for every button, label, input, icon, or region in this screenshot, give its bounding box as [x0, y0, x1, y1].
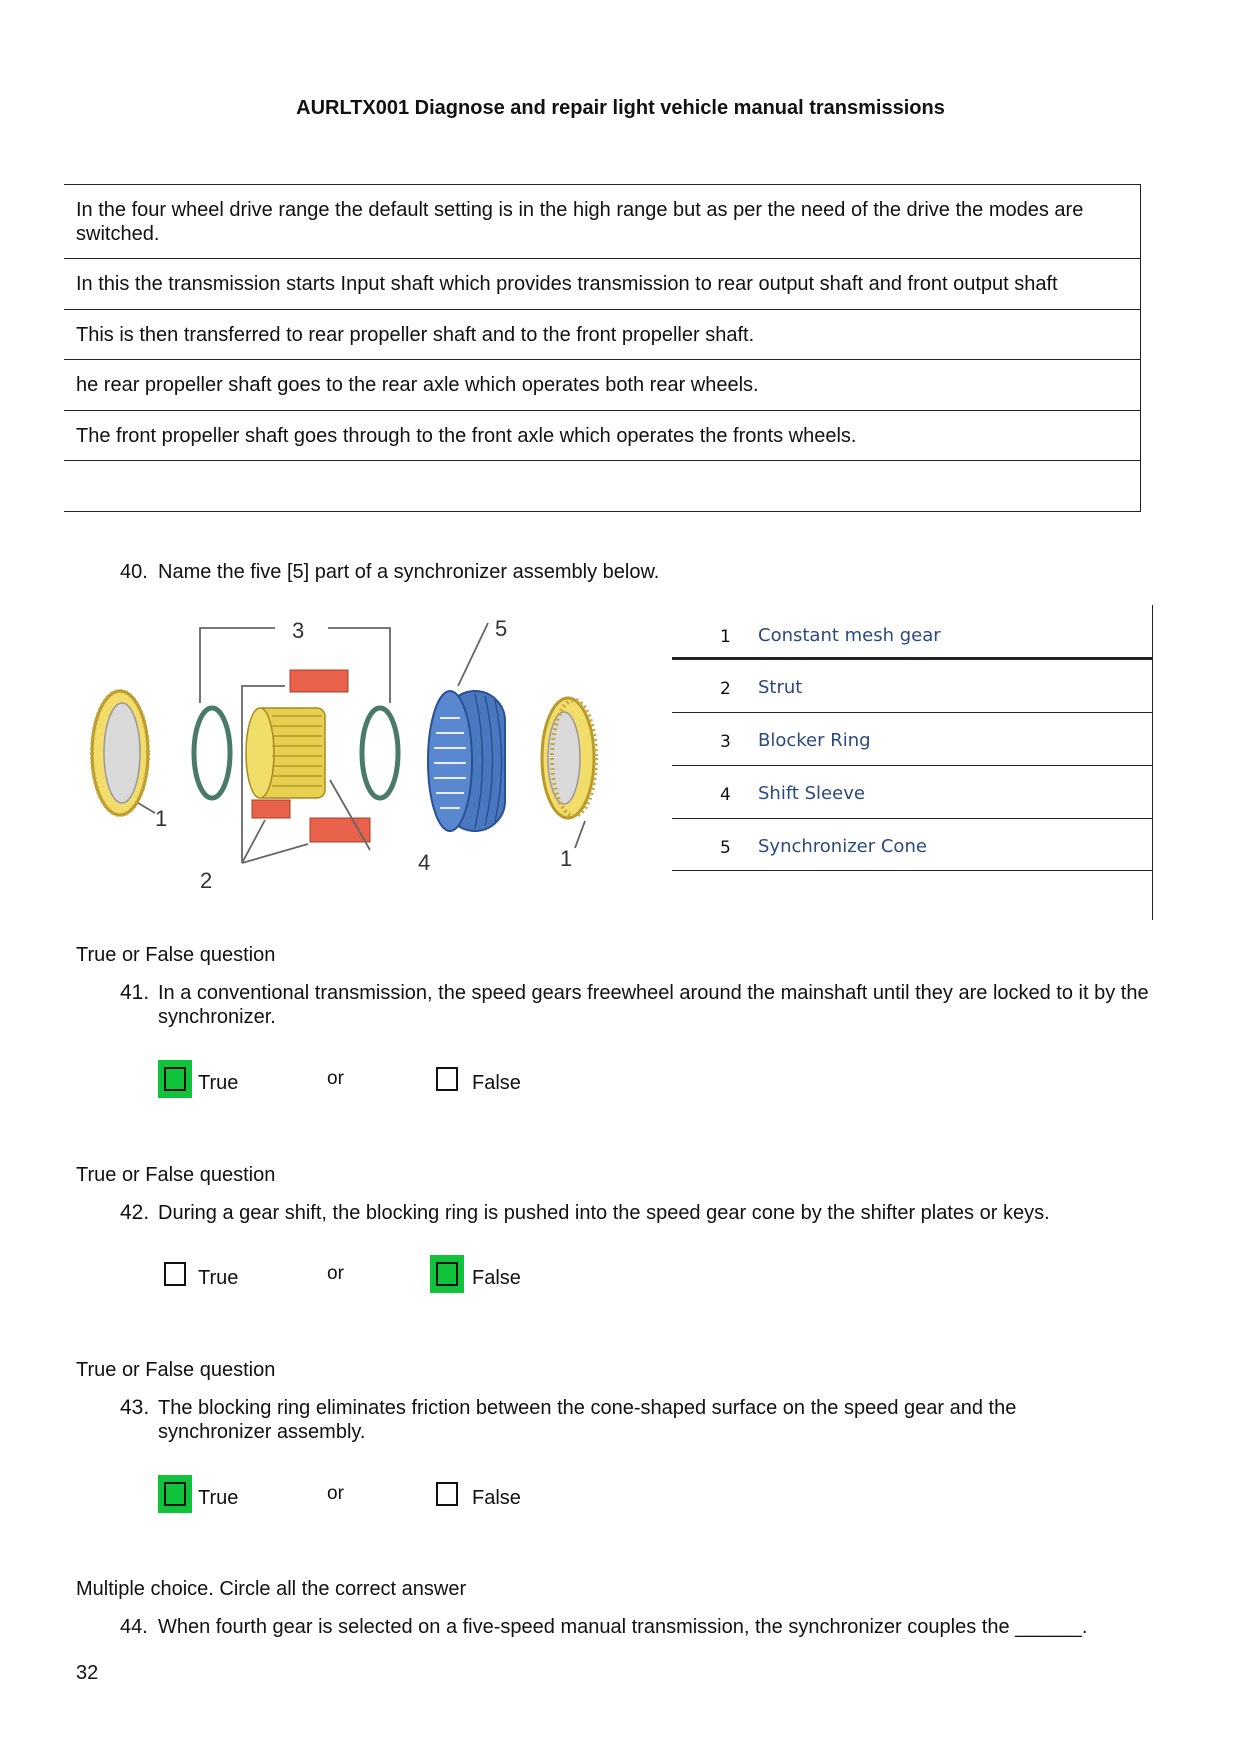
question-40: 40. Name the five [5] part of a synchron… [0, 560, 1241, 586]
part-number: 1 [720, 627, 731, 647]
intro-row-empty [64, 461, 1140, 512]
part-name[interactable]: Synchronizer Cone [758, 836, 927, 857]
part-row: 5 Synchronizer Cone [672, 819, 1152, 871]
true-label: True [198, 1267, 239, 1289]
true-false-options-43: True or False [155, 1471, 555, 1513]
question-43: 43. The blocking ring eliminates frictio… [0, 1396, 1241, 1446]
section-label: True or False question [76, 1359, 276, 1381]
diagram-label-5: 5 [495, 616, 507, 641]
true-checkbox[interactable] [158, 1255, 192, 1293]
true-checkbox[interactable] [158, 1475, 192, 1513]
part-number: 3 [720, 732, 731, 752]
part-number: 4 [720, 785, 731, 805]
true-checkbox[interactable] [158, 1060, 192, 1098]
false-label: False [472, 1267, 521, 1289]
diagram-label-3: 3 [292, 618, 304, 643]
intro-row: In the four wheel drive range the defaul… [64, 185, 1140, 259]
section-label: True or False question [76, 1164, 276, 1186]
false-checkbox[interactable] [430, 1255, 464, 1293]
question-text: In a conventional transmission, the spee… [158, 982, 1149, 1028]
part-name[interactable]: Blocker Ring [758, 730, 871, 751]
document-title: AURLTX001 Diagnose and repair light vehi… [296, 97, 945, 119]
part-row: 1 Constant mesh gear [672, 605, 1152, 660]
diagram-label-4: 4 [418, 850, 430, 875]
section-label: Multiple choice. Circle all the correct … [76, 1578, 467, 1600]
intro-row: This is then transferred to rear propell… [64, 310, 1140, 360]
part-row: 2 Strut [672, 660, 1152, 713]
checkbox-box-icon [436, 1262, 458, 1286]
constant-mesh-gear-left [90, 689, 150, 817]
blocker-ring-left [191, 705, 233, 801]
section-label: True or False question [76, 944, 276, 966]
intro-row: he rear propeller shaft goes to the rear… [64, 360, 1140, 411]
question-number: 42. [120, 1201, 150, 1224]
intro-table: In the four wheel drive range the defaul… [64, 184, 1141, 512]
synchronizer-cone [427, 690, 506, 832]
synchronizer-illustration: 1 2 3 4 5 1 [90, 616, 598, 893]
question-number: 40. [120, 561, 148, 583]
intro-row: In this the transmission starts Input sh… [64, 259, 1140, 310]
question-text: During a gear shift, the blocking ring i… [158, 1202, 1050, 1224]
checkbox-box-icon [164, 1482, 186, 1506]
question-text: Name the five [5] part of a synchronizer… [158, 561, 660, 583]
parts-answer-table: 1 Constant mesh gear 2 Strut 3 Blocker R… [672, 605, 1153, 920]
false-label: False [472, 1487, 521, 1509]
diagram-label-1-right: 1 [560, 846, 572, 871]
checkbox-box-icon [436, 1067, 458, 1091]
question-number: 44. [120, 1616, 148, 1638]
or-label: or [327, 1483, 344, 1504]
true-label: True [198, 1487, 239, 1509]
part-name[interactable]: Shift Sleeve [758, 783, 865, 804]
false-checkbox[interactable] [430, 1475, 464, 1513]
question-text: When fourth gear is selected on a five-s… [158, 1616, 1088, 1638]
constant-mesh-gear-right [540, 696, 598, 820]
true-false-options-42: True or False [155, 1251, 555, 1293]
checkbox-box-icon [436, 1482, 458, 1506]
question-number: 43. [120, 1396, 150, 1419]
diagram-label-2: 2 [200, 868, 212, 892]
page-number: 32 [76, 1662, 99, 1684]
checkbox-box-icon [164, 1262, 186, 1286]
false-label: False [472, 1072, 521, 1094]
intro-row: The front propeller shaft goes through t… [64, 411, 1140, 461]
part-row: 3 Blocker Ring [672, 713, 1152, 766]
question-text: The blocking ring eliminates friction be… [158, 1397, 1017, 1443]
part-name[interactable]: Constant mesh gear [758, 625, 941, 646]
or-label: or [327, 1263, 344, 1284]
true-false-options-41: True or False [155, 1056, 555, 1098]
part-row: 4 Shift Sleeve [672, 766, 1152, 819]
shift-sleeve-hub [245, 707, 326, 799]
diagram-label-1-left: 1 [155, 806, 167, 831]
false-checkbox[interactable] [430, 1060, 464, 1098]
blocker-ring-right [359, 705, 401, 801]
question-number: 41. [120, 981, 150, 1004]
question-42: 42. During a gear shift, the blocking ri… [0, 1201, 1241, 1227]
part-number: 2 [720, 679, 731, 699]
part-name[interactable]: Strut [758, 677, 802, 698]
part-number: 5 [720, 838, 731, 858]
question-41: 41. In a conventional transmission, the … [0, 981, 1241, 1031]
or-label: or [327, 1068, 344, 1089]
question-44: 44. When fourth gear is selected on a fi… [0, 1615, 1241, 1641]
synchronizer-diagram: 1 2 3 4 5 1 [80, 608, 640, 893]
checkbox-box-icon [164, 1067, 186, 1091]
true-label: True [198, 1072, 239, 1094]
